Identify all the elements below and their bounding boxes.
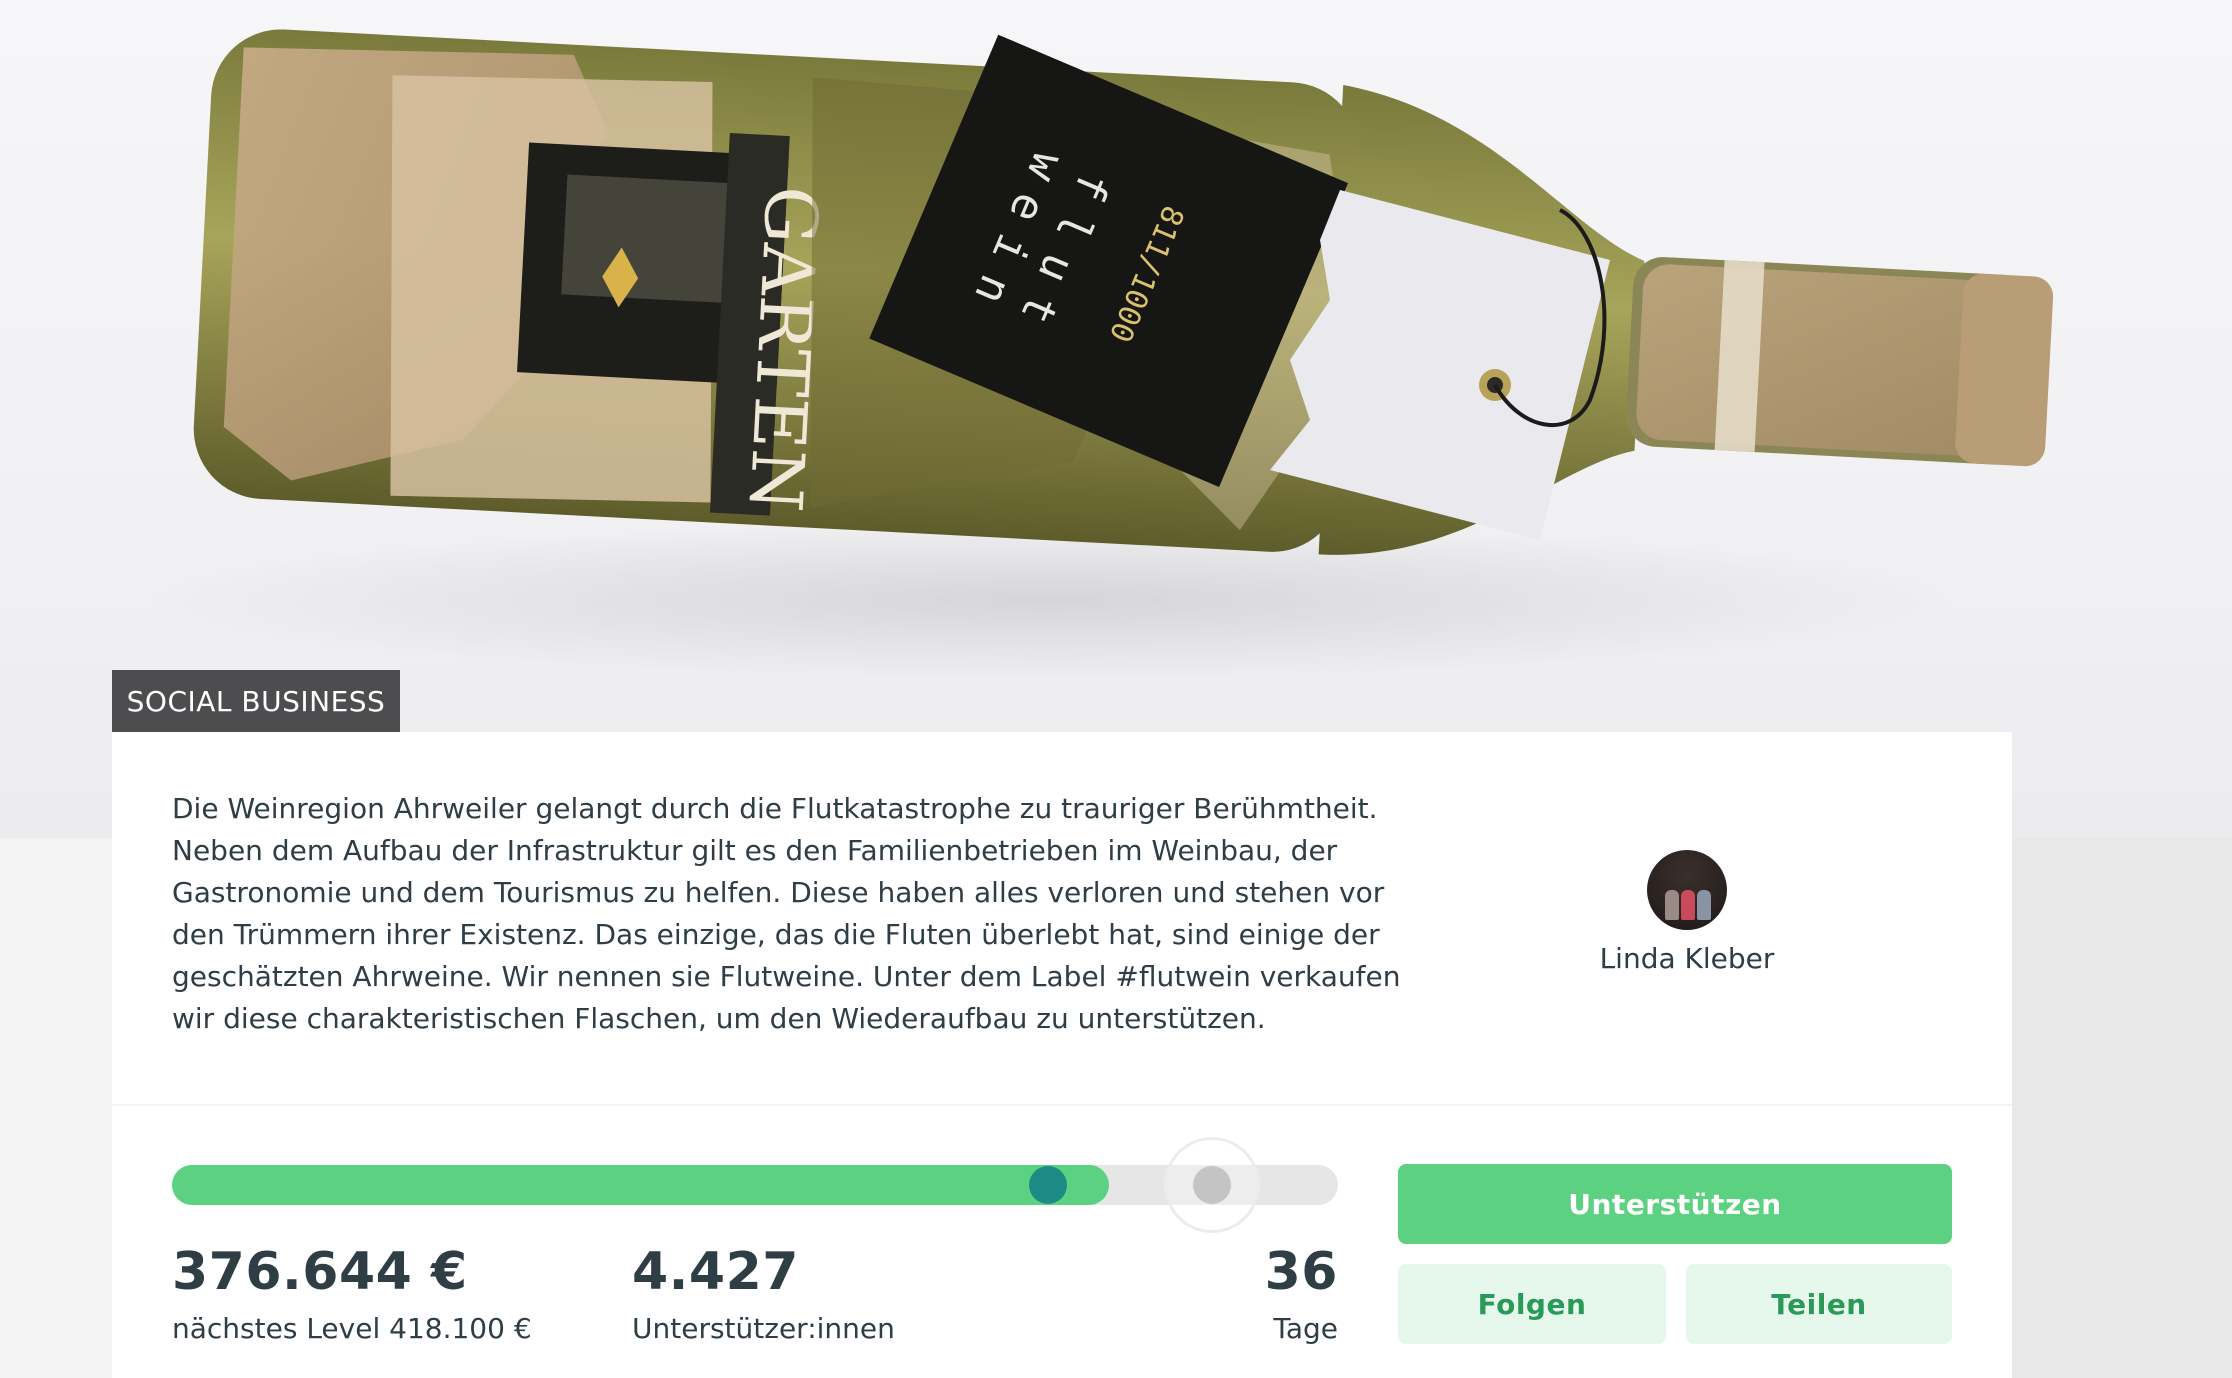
author-name[interactable]: Linda Kleber — [1472, 942, 1902, 975]
support-button[interactable]: Unterstützen — [1398, 1164, 1952, 1244]
avatar-figure — [1697, 890, 1711, 920]
days-label: Tage — [1273, 1312, 1338, 1345]
project-description: Die Weinregion Ahrweiler gelangt durch d… — [172, 792, 1401, 1035]
next-level-marker[interactable] — [1193, 1166, 1231, 1204]
supporters-count: 4.427 — [632, 1242, 799, 1302]
progress-fill — [172, 1165, 1109, 1205]
supporters-label: Unterstützer:innen — [632, 1312, 895, 1345]
progress-current-dot — [1029, 1166, 1067, 1204]
author-block[interactable]: Linda Kleber — [1472, 850, 1902, 975]
avatar-figure — [1681, 890, 1695, 920]
funding-progress-bar — [172, 1137, 1338, 1233]
days-remaining: 36 — [1264, 1242, 1338, 1302]
next-level-label: nächstes Level 418.100 € — [172, 1312, 532, 1345]
follow-button[interactable]: Folgen — [1398, 1264, 1666, 1344]
divider — [112, 1104, 2012, 1106]
avatar-figure — [1665, 890, 1679, 920]
project-card: Die Weinregion Ahrweiler gelangt durch d… — [112, 732, 2012, 1378]
amount-raised: 376.644 € — [172, 1242, 468, 1302]
category-tag[interactable]: SOCIAL BUSINESS — [112, 670, 400, 732]
share-button[interactable]: Teilen — [1686, 1264, 1952, 1344]
avatar[interactable] — [1647, 850, 1727, 930]
background-strip — [2012, 838, 2232, 1378]
